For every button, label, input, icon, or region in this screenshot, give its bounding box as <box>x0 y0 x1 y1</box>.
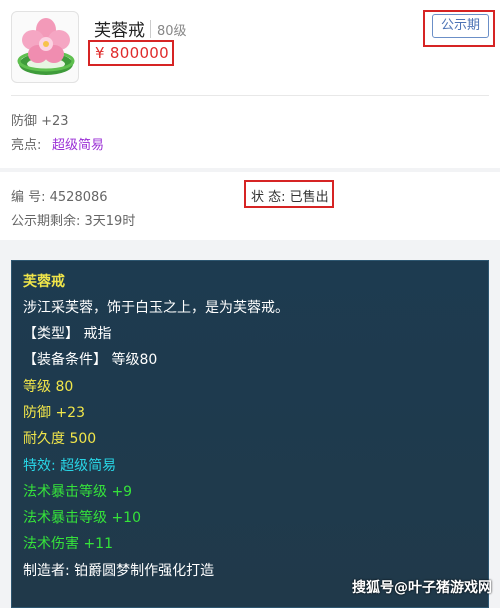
tooltip-special: 特效: 超级简易 <box>23 458 117 474</box>
tooltip-title: 芙蓉戒 <box>23 274 65 290</box>
item-summary-card: 芙蓉戒 80级 ¥ 800000 公示期 防御 +23 亮点: 超级简易 <box>0 0 500 168</box>
item-name: 芙蓉戒 <box>94 21 145 41</box>
public-period-remaining: 公示期剩余: 3天19时 <box>11 214 136 229</box>
watermark: 搜狐号@叶子猪游戏网 <box>352 580 492 596</box>
tooltip-stat: 法术伤害 +11 <box>23 536 113 552</box>
serial-number: 编 号: 4528086 <box>11 190 108 205</box>
tooltip-defense: 防御 +23 <box>23 405 85 421</box>
highlight-label: 亮点: <box>11 138 42 153</box>
item-meta-card: 编 号: 4528086 状 态: 已售出 公示期剩余: 3天19时 <box>0 172 500 240</box>
highlight-value: 超级简易 <box>52 138 105 153</box>
public-period-button[interactable]: 公示期 <box>432 14 489 38</box>
tooltip-stat: 法术暴击等级 +10 <box>23 510 141 526</box>
tooltip-level: 等级 80 <box>23 379 74 395</box>
item-level: 80级 <box>157 24 187 39</box>
item-price: ¥ 800000 <box>95 44 169 62</box>
tooltip-durability: 耐久度 500 <box>23 431 97 447</box>
sale-status: 状 态: 已售出 <box>251 190 329 205</box>
divider <box>11 95 489 96</box>
item-tooltip: 芙蓉戒 涉江采芙蓉，饰于白玉之上，是为芙蓉戒。 【类型】 戒指 【装备条件】 等… <box>11 260 489 608</box>
jade-ring-icon <box>11 11 79 83</box>
tooltip-stat: 法术暴击等级 +9 <box>23 484 133 500</box>
tooltip-description: 涉江采芙蓉，饰于白玉之上，是为芙蓉戒。 <box>23 300 289 316</box>
item-defense: 防御 +23 <box>11 114 69 129</box>
tooltip-requirement: 【装备条件】 等级80 <box>23 352 158 368</box>
tooltip-type: 【类型】 戒指 <box>23 326 112 342</box>
divider <box>150 20 151 38</box>
tooltip-maker: 制造者: 铂爵圆梦制作强化打造 <box>23 563 215 579</box>
